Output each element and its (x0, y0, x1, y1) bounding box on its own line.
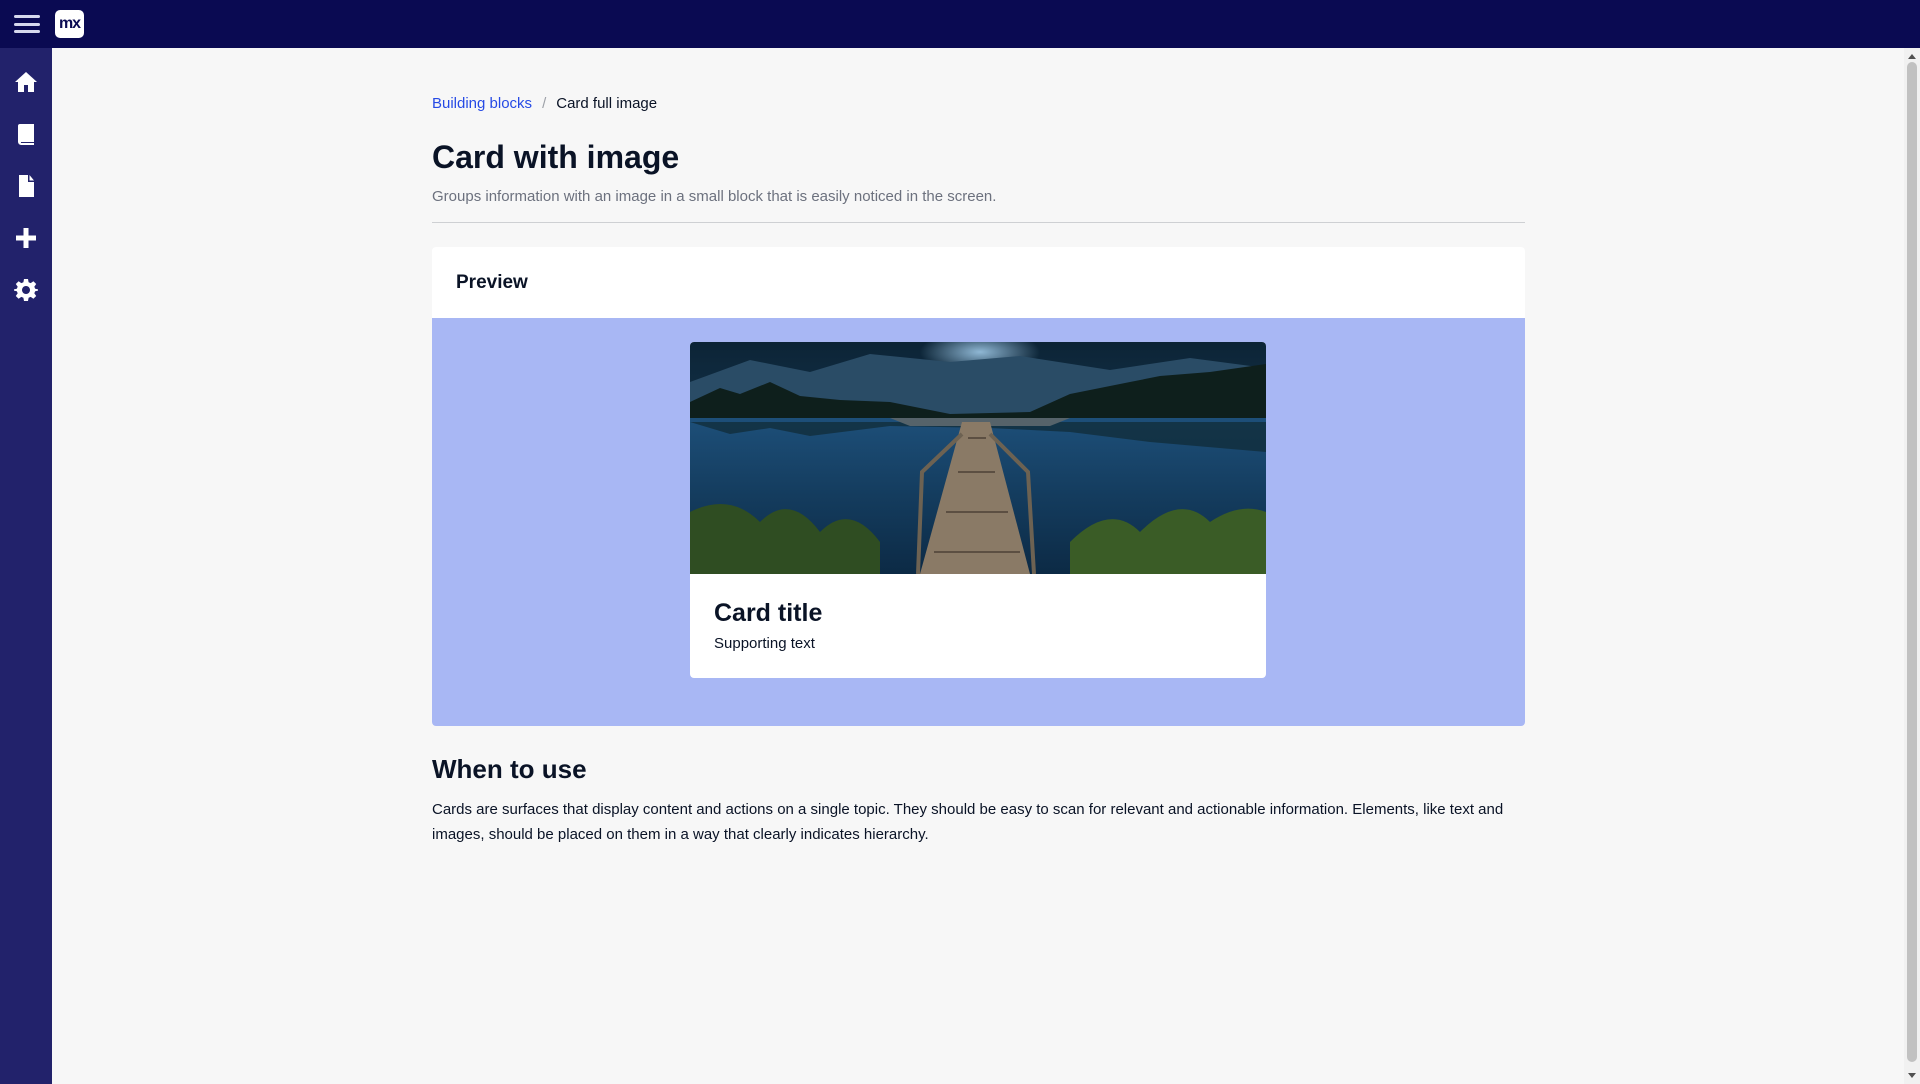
breadcrumb-current: Card full image (556, 95, 658, 112)
sidebar-item-settings[interactable] (0, 268, 52, 312)
when-to-use-heading: When to use (432, 754, 587, 784)
scroll-up-arrow-icon[interactable] (1908, 54, 1916, 59)
card-image-lake-pier (690, 342, 1266, 574)
card-supporting-text: Supporting text (714, 635, 815, 652)
home-icon (15, 72, 37, 92)
breadcrumb-separator: / (542, 95, 547, 112)
when-to-use-text: Cards are surfaces that display content … (432, 801, 1504, 843)
breadcrumb: Building blocks / Card full image (432, 95, 1525, 112)
sidebar-item-document[interactable] (0, 164, 52, 208)
plus-icon (16, 228, 36, 248)
page-subtitle: Groups information with an image in a sm… (432, 188, 997, 205)
gear-icon (14, 279, 38, 301)
hamburger-menu-icon[interactable] (14, 12, 40, 36)
page-title: Card with image (432, 139, 680, 175)
card-title: Card title (714, 599, 823, 627)
preview-header: Preview (456, 271, 528, 293)
book-icon (18, 124, 34, 145)
sidebar-item-home[interactable] (0, 60, 52, 104)
sidebar-item-add[interactable] (0, 216, 52, 260)
top-navigation-bar: mx (0, 0, 1920, 48)
scroll-thumb[interactable] (1907, 62, 1917, 1062)
preview-area: Card title Supporting text (432, 318, 1525, 726)
main-content: Building blocks / Card full image Card w… (432, 48, 1525, 847)
breadcrumb-link-building-blocks[interactable]: Building blocks (432, 95, 532, 112)
sidebar-item-book[interactable] (0, 112, 52, 156)
demo-card: Card title Supporting text (690, 342, 1266, 678)
preview-panel: Preview Card title Supporting text (432, 247, 1525, 726)
divider (432, 222, 1525, 223)
scroll-down-arrow-icon[interactable] (1908, 1073, 1916, 1078)
mx-logo[interactable]: mx (55, 10, 84, 38)
file-icon (19, 175, 34, 197)
sidebar (0, 48, 52, 1084)
vertical-scrollbar[interactable] (1904, 48, 1920, 1084)
